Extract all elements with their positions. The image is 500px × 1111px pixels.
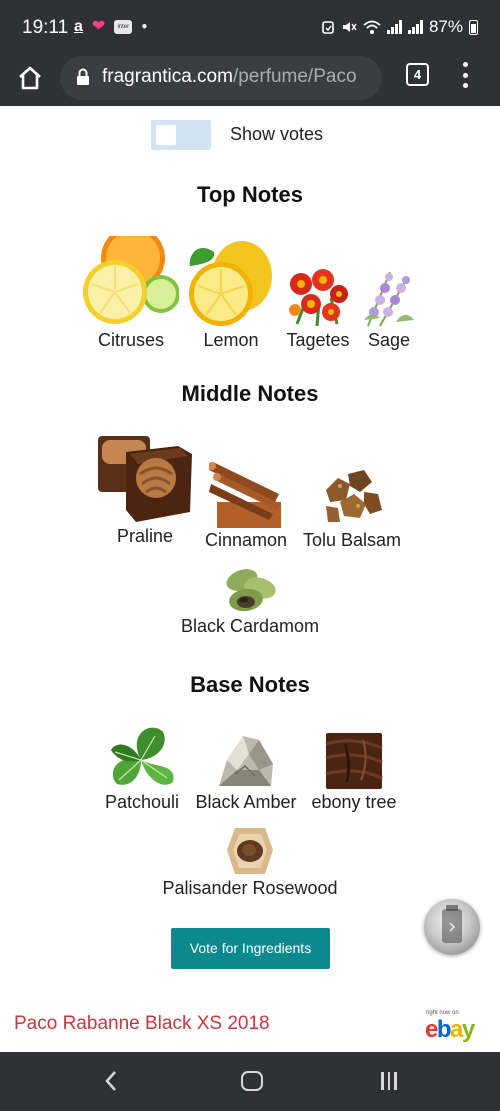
note-label: Tolu Balsam: [302, 530, 402, 550]
note-label: Palisander Rosewood: [162, 878, 338, 898]
home-nav-icon[interactable]: [241, 1071, 263, 1091]
middle-notes-heading: Middle Notes: [181, 381, 319, 406]
amazon-icon: a: [74, 18, 83, 35]
note-label: Lemon: [203, 330, 259, 350]
system-navigation-bar: [0, 1052, 500, 1111]
status-time: 19:11: [22, 17, 69, 38]
note-praline[interactable]: Praline: [95, 432, 195, 547]
recent-apps-icon[interactable]: [381, 1072, 397, 1090]
ebony-wood-icon: [325, 733, 383, 789]
note-label: Black Amber: [195, 792, 297, 812]
note-label: Patchouli: [104, 792, 180, 812]
cardamom-pods-icon: [226, 569, 276, 612]
top-notes-heading: Top Notes: [197, 182, 303, 207]
cinnamon-sticks-icon: [209, 462, 281, 528]
note-label: Praline: [116, 526, 174, 546]
note-label: ebony tree: [311, 792, 397, 812]
note-palisander-rosewood[interactable]: Palisander Rosewood: [155, 826, 345, 899]
ebay-letter: a: [450, 1016, 463, 1043]
sage-flowers-icon: [364, 271, 414, 327]
ebay-promo-link[interactable]: right now on ebay: [424, 1010, 490, 1046]
alarm-icon: [322, 21, 334, 34]
ebay-letter: b: [436, 1016, 452, 1043]
wifi-icon: [363, 20, 381, 34]
inter-app-icon: inter: [114, 20, 133, 34]
signal-icon: [407, 20, 423, 34]
lock-icon: [77, 68, 89, 85]
vote-for-ingredients-button[interactable]: Vote for Ingredients: [171, 928, 330, 969]
marigold-flowers-icon: [289, 269, 348, 327]
floating-perfume-thumbnail[interactable]: [424, 899, 480, 955]
dot-icon: ●: [141, 21, 148, 32]
note-sage[interactable]: Sage: [358, 268, 420, 351]
note-label: Sage: [367, 330, 411, 350]
note-ebony-tree[interactable]: ebony tree: [306, 732, 402, 813]
show-votes-label: Show votes: [230, 124, 324, 144]
mute-icon: [342, 22, 357, 32]
note-black-cardamom[interactable]: Black Cardamom: [174, 566, 326, 637]
note-cinnamon[interactable]: Cinnamon: [200, 456, 292, 551]
battery-icon: [469, 19, 478, 35]
note-label: Cinnamon: [204, 530, 288, 550]
perfume-title-link[interactable]: Paco Rabanne Black XS 2018: [14, 1013, 270, 1035]
note-citruses[interactable]: Citruses: [83, 236, 179, 351]
note-tagetes[interactable]: Tagetes: [283, 268, 353, 351]
url-host: fragrantica.com: [102, 66, 233, 87]
lemon-icon: [189, 241, 272, 326]
ebay-letter: y: [461, 1016, 475, 1043]
home-icon[interactable]: [16, 64, 44, 92]
note-tolu-balsam[interactable]: Tolu Balsam: [297, 464, 407, 551]
perfume-bottle-icon: [442, 905, 462, 943]
heart-icon: ❤: [91, 18, 106, 35]
rosewood-log-icon: [227, 828, 273, 874]
system-status-icons: 87%: [321, 17, 478, 37]
signal-icon: [386, 20, 402, 34]
chocolate-praline-icon: [98, 436, 192, 522]
note-patchouli[interactable]: Patchouli: [100, 724, 184, 813]
note-label: Citruses: [97, 330, 164, 350]
show-votes-toggle[interactable]: [151, 120, 211, 150]
browser-toolbar: fragrantica.com/perfume/Paco 4: [0, 56, 500, 106]
citrus-slices-icon: [83, 236, 179, 324]
notification-icons: a ❤ inter ●: [74, 17, 147, 37]
note-black-amber[interactable]: Black Amber: [189, 730, 303, 813]
show-votes-row: Show votes: [0, 118, 500, 152]
note-label: Tagetes: [286, 330, 350, 350]
back-icon[interactable]: [103, 1070, 119, 1092]
base-notes-heading: Base Notes: [190, 672, 310, 697]
more-options-icon[interactable]: [460, 62, 470, 88]
amber-stone-icon: [219, 736, 273, 786]
resin-chunks-icon: [326, 470, 382, 522]
url-text: fragrantica.com/perfume/Paco: [102, 66, 374, 88]
toggle-knob: [156, 125, 176, 145]
note-lemon[interactable]: Lemon: [186, 236, 276, 351]
patchouli-leaves-icon: [111, 727, 174, 785]
url-path: /perfume/Paco: [232, 66, 357, 87]
ebay-letter: e: [425, 1016, 438, 1043]
tab-switcher-button[interactable]: 4: [406, 63, 429, 86]
note-label: Black Cardamom: [180, 616, 320, 636]
battery-percent: 87%: [428, 17, 463, 36]
address-bar[interactable]: fragrantica.com/perfume/Paco: [60, 56, 382, 100]
status-bar: 19:11 a ❤ inter ● 87%: [0, 0, 500, 56]
ebay-logo: ebay: [425, 1016, 475, 1044]
